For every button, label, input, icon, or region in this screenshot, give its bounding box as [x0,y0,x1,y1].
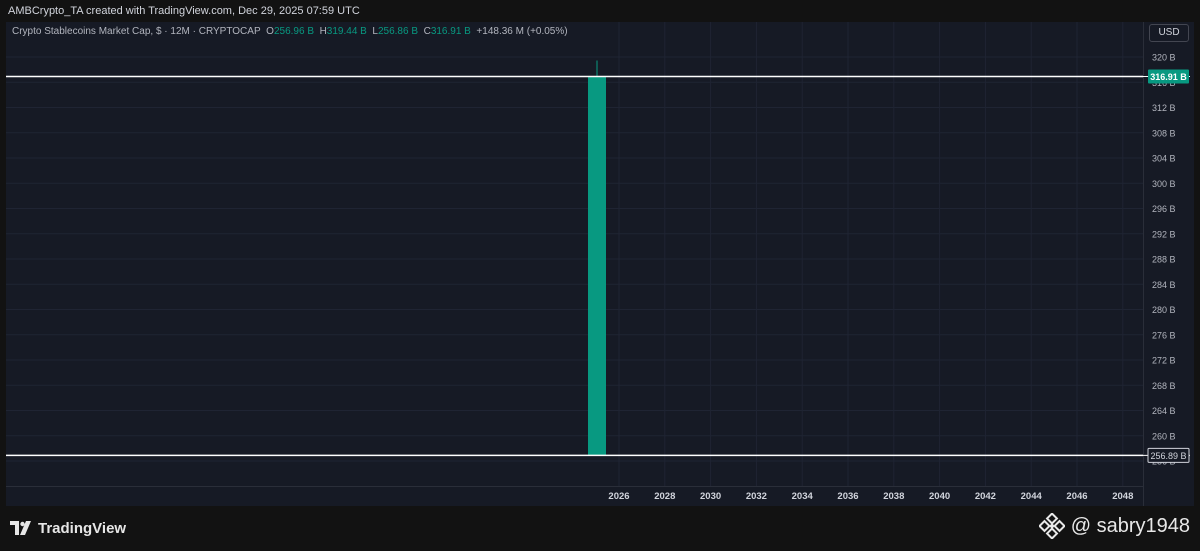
x-tick-label: 2036 [837,491,858,502]
x-tick-label: 2028 [654,491,675,502]
tradingview-logo-icon [10,521,31,535]
y-tick-label: 304 B [1152,154,1176,164]
low-value: 256.86 B [377,26,419,37]
author-watermark: @ sabry1948 [1038,512,1190,540]
binance-icon [1038,513,1065,539]
y-tick-label: 312 B [1152,103,1176,113]
price-label: 256.89 B [1150,451,1186,461]
tradingview-logo[interactable]: TradingView [10,517,126,539]
x-tick-label: 2048 [1112,491,1133,502]
x-tick-label: 2044 [1021,491,1043,502]
y-tick-label: 276 B [1152,330,1176,340]
y-tick-label: 296 B [1152,204,1176,214]
price-chart[interactable]: 320 B316 B312 B308 B304 B300 B296 B292 B… [0,0,1200,551]
y-tick-label: 268 B [1152,381,1176,391]
y-tick-label: 308 B [1152,128,1176,138]
x-tick-label: 2042 [975,491,996,502]
y-tick-label: 280 B [1152,305,1176,315]
candle-body [588,76,606,455]
x-tick-label: 2026 [608,491,629,502]
x-tick-label: 2038 [883,491,904,502]
currency-button[interactable]: USD [1149,24,1189,42]
x-tick-label: 2032 [746,491,767,502]
open-value: 256.96 B [273,26,314,37]
x-tick-label: 2046 [1066,491,1087,502]
close-label: C [423,26,431,37]
price-label: 316.91 B [1150,72,1187,82]
y-tick-label: 272 B [1152,356,1176,366]
watermark-text: @ sabry1948 [1070,514,1190,537]
open-label: O [266,26,274,37]
x-tick-label: 2040 [929,491,950,502]
y-tick-label: 292 B [1152,229,1176,239]
symbol-legend: Crypto Stablecoins Market Cap, $ · 12M ·… [12,25,568,39]
y-tick-label: 300 B [1152,179,1176,189]
y-tick-label: 264 B [1152,406,1176,416]
change-value: +148.36 M (+0.05%) [476,26,568,37]
symbol-title[interactable]: Crypto Stablecoins Market Cap, $ · 12M ·… [12,26,261,37]
x-tick-label: 2034 [792,491,814,502]
y-tick-label: 260 B [1152,431,1176,441]
x-tick-label: 2030 [700,491,721,502]
close-value: 316.91 B [430,26,471,37]
y-tick-label: 284 B [1152,280,1176,290]
high-label: H [319,26,327,37]
y-tick-label: 288 B [1152,255,1176,265]
tradingview-brand: TradingView [38,519,127,537]
y-tick-label: 320 B [1152,53,1176,63]
high-value: 319.44 B [326,26,367,37]
